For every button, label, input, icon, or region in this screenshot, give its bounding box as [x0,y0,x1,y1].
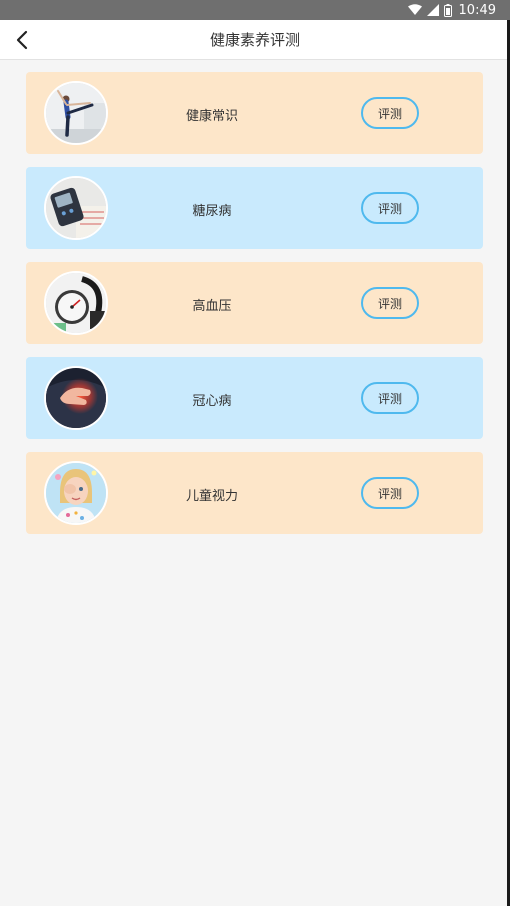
list-item-health-knowledge[interactable]: 健康常识 评测 [26,72,483,154]
assessment-list: 健康常识 评测 糖尿病 评测 高血压 评测 冠心病 评测 儿童视力 评测 [26,72,483,547]
back-button[interactable] [10,28,34,52]
status-time: 10:49 [458,2,496,18]
item-label: 冠心病 [192,394,232,409]
status-bar: 10:49 [0,0,510,20]
evaluate-button[interactable]: 评测 [361,382,419,414]
list-item-coronary-heart-disease[interactable]: 冠心病 评测 [26,357,483,439]
evaluate-button[interactable]: 评测 [361,192,419,224]
child-eye-image [44,461,108,525]
evaluate-button[interactable]: 评测 [361,97,419,129]
signal-icon [426,4,439,16]
chevron-left-icon [16,30,28,50]
yoga-image [44,81,108,145]
title-bar: 健康素养评测 [0,20,510,60]
chest-pain-image [44,366,108,430]
wifi-icon [407,4,422,16]
evaluate-button[interactable]: 评测 [361,287,419,319]
item-label: 高血压 [192,299,232,314]
list-item-diabetes[interactable]: 糖尿病 评测 [26,167,483,249]
list-item-hypertension[interactable]: 高血压 评测 [26,262,483,344]
evaluate-button[interactable]: 评测 [361,477,419,509]
page-title: 健康素养评测 [209,31,300,49]
item-label: 儿童视力 [185,489,238,504]
item-label: 糖尿病 [192,204,232,219]
item-label: 健康常识 [185,109,238,124]
blood-pressure-image [44,271,108,335]
battery-icon [443,3,452,17]
glucose-meter-image [44,176,108,240]
list-item-child-vision[interactable]: 儿童视力 评测 [26,452,483,534]
